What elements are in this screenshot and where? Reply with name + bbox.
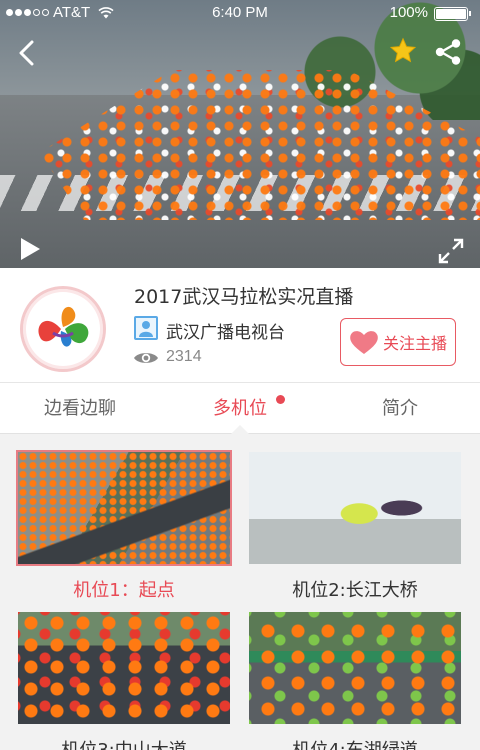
fullscreen-button[interactable]	[436, 236, 466, 266]
tab-chat[interactable]: 边看边聊	[0, 383, 160, 435]
share-button[interactable]	[432, 36, 464, 68]
channel-avatar-icon	[134, 316, 158, 340]
share-icon	[435, 39, 461, 65]
channel-info: 2017武汉马拉松实况直播 武汉广播电视台 2314 关注主播	[0, 268, 480, 382]
favorite-button[interactable]	[388, 36, 418, 66]
channel-logo[interactable]	[20, 286, 106, 372]
camera-item-1[interactable]: 机位1：起点	[16, 450, 232, 601]
view-count: 2314	[166, 348, 202, 365]
eye-icon	[134, 353, 158, 363]
channel-name[interactable]: 武汉广播电视台	[166, 318, 285, 343]
camera-item-4[interactable]: 机位4:东湖绿道	[249, 612, 463, 750]
camera-label: 机位2:长江大桥	[292, 580, 418, 601]
video-player[interactable]: AT&T 6:40 PM 100%	[0, 0, 480, 268]
camera-label: 机位1：起点	[73, 580, 175, 601]
fullscreen-icon	[438, 238, 464, 264]
star-icon	[389, 37, 417, 63]
back-button[interactable]	[10, 36, 44, 70]
follow-label: 关注主播	[382, 334, 447, 353]
status-bar: AT&T 6:40 PM 100%	[0, 0, 480, 26]
camera-thumbnail[interactable]	[249, 452, 461, 564]
back-icon	[19, 40, 34, 66]
camera-grid: 机位1：起点 机位2:长江大桥 机位3:中山大道 机位4:东湖绿道	[0, 434, 480, 750]
play-icon	[21, 238, 40, 260]
play-button[interactable]	[16, 236, 44, 262]
tab-intro[interactable]: 简介	[320, 383, 480, 435]
battery-icon	[434, 7, 471, 21]
notification-badge	[276, 395, 285, 404]
active-tab-indicator	[231, 425, 249, 434]
camera-thumbnail[interactable]	[249, 612, 461, 724]
camera-thumbnail[interactable]	[18, 612, 230, 724]
camera-item-3[interactable]: 机位3:中山大道	[18, 612, 232, 750]
heart-icon	[350, 331, 378, 354]
camera-label: 机位4:东湖绿道	[249, 736, 461, 750]
station-logo-icon	[38, 306, 89, 347]
camera-thumbnail[interactable]	[16, 450, 232, 566]
follow-button[interactable]: 关注主播	[340, 318, 456, 366]
camera-label: 机位3:中山大道	[18, 736, 230, 750]
camera-item-2[interactable]: 机位2:长江大桥	[249, 452, 463, 601]
battery-percent: 100%	[389, 4, 428, 21]
broadcast-title: 2017武汉马拉松实况直播	[134, 286, 354, 308]
